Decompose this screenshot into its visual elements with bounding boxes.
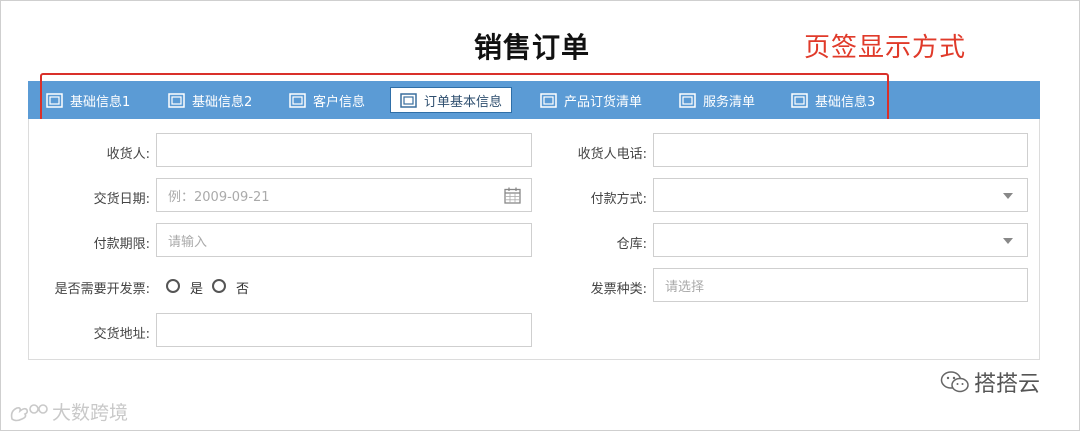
invoice-yes-radio[interactable]: [166, 279, 180, 293]
chevron-down-icon: [1003, 193, 1013, 199]
watermark-left: 大数跨境: [8, 398, 128, 425]
invoice-type-input[interactable]: 请选择: [653, 268, 1028, 302]
invoice-no-label: 否: [236, 282, 250, 297]
delivery-date-input[interactable]: 例：2009-09-21: [156, 178, 532, 212]
invoice-type-placeholder: 请选择: [665, 279, 705, 295]
annotation-text: 页签显示方式: [804, 33, 967, 63]
delivery-address-label: 交货地址:: [93, 327, 150, 342]
receiver-input[interactable]: [156, 133, 532, 167]
invoice-no-radio[interactable]: [212, 279, 226, 293]
calendar-icon[interactable]: [504, 187, 521, 204]
receiver-phone-label: 收货人电话:: [577, 147, 647, 162]
weibo-logo-icon: [10, 403, 48, 421]
payment-method-select[interactable]: [653, 178, 1028, 212]
invoice-type-label: 发票种类:: [590, 282, 647, 297]
delivery-address-input[interactable]: [156, 313, 532, 347]
delivery-date-label: 交货日期:: [93, 192, 150, 207]
watermark-left-text: 大数跨境: [52, 402, 129, 424]
page-title: 销售订单: [474, 31, 591, 64]
payment-term-input[interactable]: 请输入: [156, 223, 532, 257]
need-invoice-label: 是否需要开发票:: [54, 282, 150, 297]
payment-term-label: 付款期限:: [93, 237, 150, 252]
receiver-label: 收货人:: [106, 147, 150, 162]
invoice-yes-label: 是: [190, 282, 204, 297]
receiver-phone-input[interactable]: [653, 133, 1028, 167]
warehouse-label: 仓库:: [616, 237, 647, 252]
watermark-right: 搭搭云: [940, 366, 1040, 398]
watermark-right-text: 搭搭云: [974, 372, 1041, 397]
payment-term-placeholder: 请输入: [168, 234, 208, 250]
payment-method-label: 付款方式:: [590, 192, 647, 207]
wechat-icon: [940, 371, 969, 393]
delivery-date-placeholder: 例：2009-09-21: [168, 189, 270, 205]
warehouse-select[interactable]: [653, 223, 1028, 257]
chevron-down-icon: [1003, 238, 1013, 244]
